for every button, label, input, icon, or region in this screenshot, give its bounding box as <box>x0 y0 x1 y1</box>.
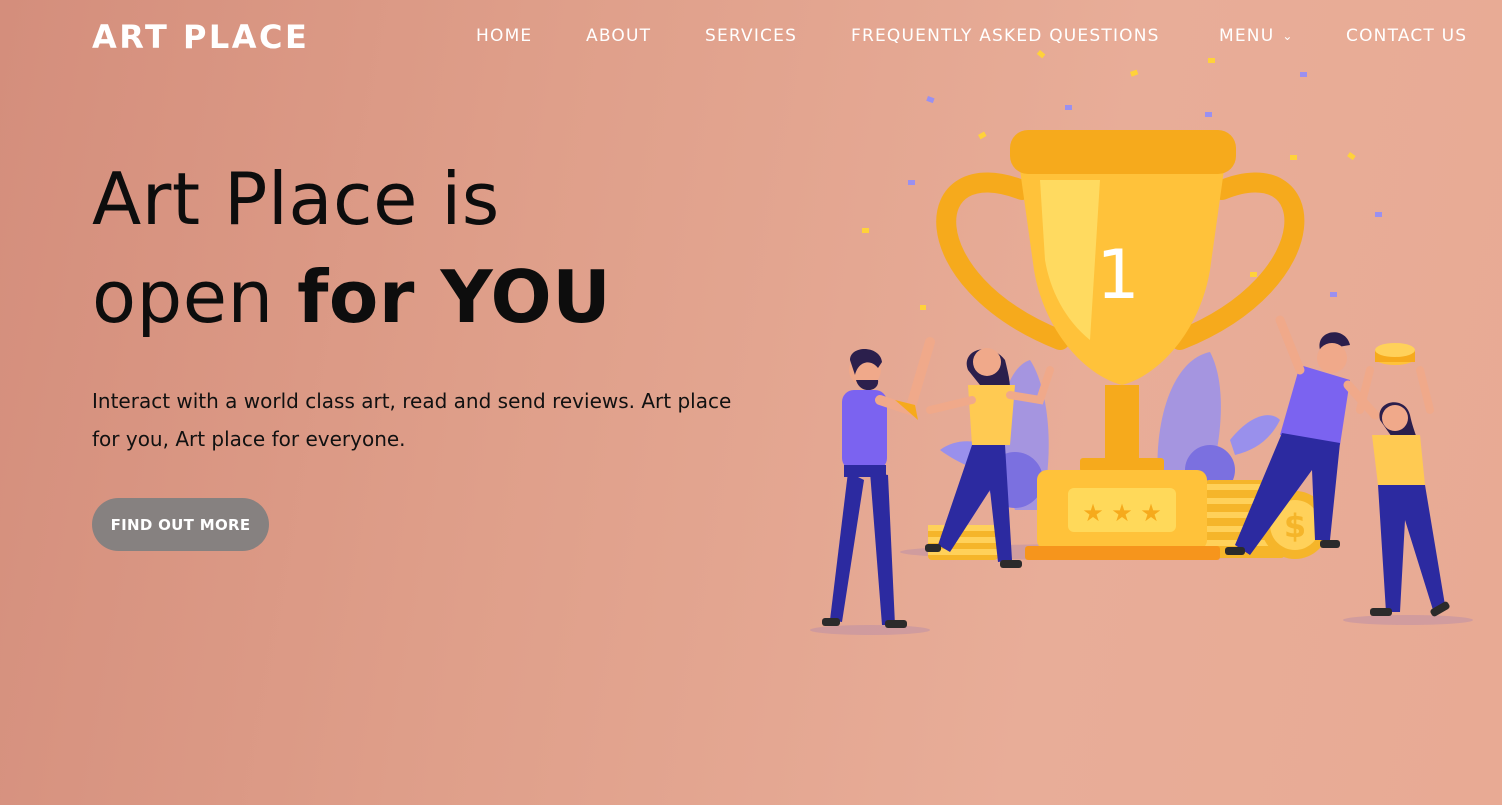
hero-description: Interact with a world class art, read an… <box>92 389 732 451</box>
svg-text:$: $ <box>1284 507 1306 545</box>
hero-title-line2-regular: open <box>92 255 298 339</box>
hero-title-line1: Art Place is <box>92 157 500 241</box>
person-megaphone-icon <box>822 337 935 628</box>
hero-title-line2-bold: for YOU <box>297 255 612 339</box>
trophy-celebration-illustration: $ ★ ★ ★ 1 <box>810 50 1473 635</box>
find-out-more-button[interactable]: FIND OUT MORE <box>92 498 269 551</box>
nav-about[interactable]: ABOUT <box>586 26 651 46</box>
hero-title: Art Place is open for YOU <box>92 150 611 346</box>
svg-text:★: ★ <box>1082 499 1104 527</box>
nav-home[interactable]: HOME <box>476 26 532 46</box>
nav-services[interactable]: SERVICES <box>705 26 797 46</box>
person-coins-icon <box>1356 343 1450 617</box>
svg-text:★: ★ <box>1140 499 1162 527</box>
trophy-number: 1 <box>1096 236 1139 315</box>
svg-text:★: ★ <box>1111 499 1133 527</box>
